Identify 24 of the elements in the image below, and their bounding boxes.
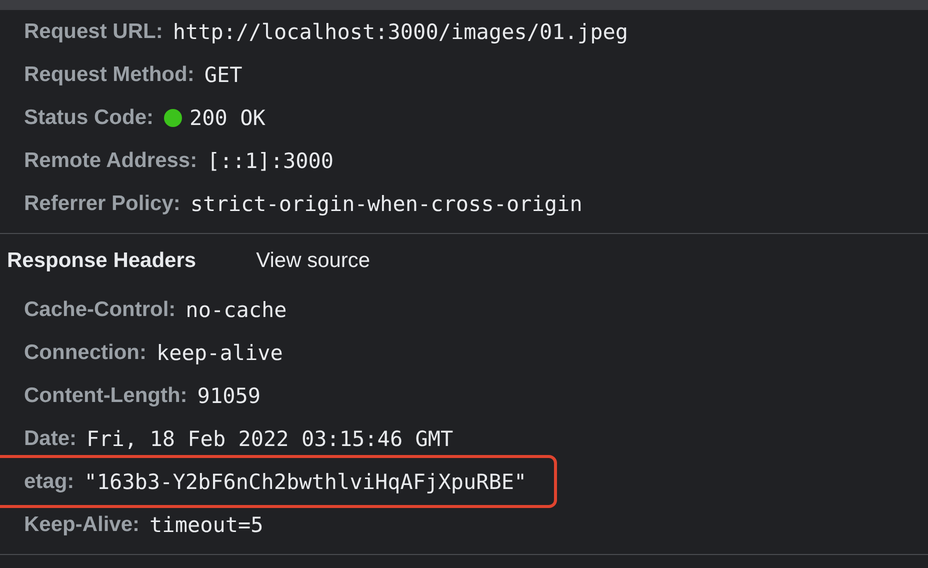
header-name: Status Code:	[24, 106, 154, 130]
header-value: Fri, 18 Feb 2022 03:15:46 GMT	[86, 426, 454, 450]
header-name: etag:	[24, 470, 74, 494]
header-name: Keep-Alive:	[24, 512, 140, 536]
header-name: Request Method:	[24, 62, 194, 86]
header-value: no-cache	[186, 298, 287, 322]
header-value: timeout=5	[150, 512, 264, 536]
header-value: strict-origin-when-cross-origin	[190, 192, 582, 216]
header-name: Referrer Policy:	[24, 192, 180, 216]
header-value: 200 OK	[190, 106, 266, 130]
header-name: Remote Address:	[24, 148, 198, 172]
section-title[interactable]: Response Headers	[7, 249, 196, 273]
view-source-link[interactable]: View source	[256, 249, 370, 273]
header-name: Cache-Control:	[24, 298, 176, 322]
header-value: [::1]:3000	[207, 148, 334, 172]
header-value: keep-alive	[156, 340, 283, 364]
header-value: http://localhost:3000/images/01.jpeg	[172, 20, 628, 44]
header-value: "163b3-Y2bF6nCh2bwthlviHqAFjXpuRBE"	[84, 470, 527, 494]
header-name: Date:	[24, 426, 77, 450]
header-name: Request URL:	[24, 20, 163, 44]
header-value: GET	[204, 62, 242, 86]
header-value: 91059	[197, 384, 261, 408]
header-name: Connection:	[24, 340, 146, 364]
header-name: Content-Length:	[24, 384, 188, 408]
